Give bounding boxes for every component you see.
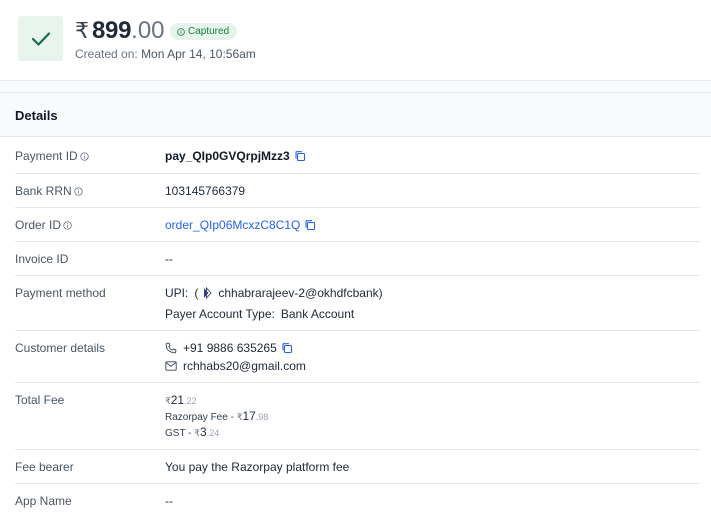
upi-prefix: UPI: xyxy=(165,286,189,300)
fee-bearer-value: You pay the Razorpay platform fee xyxy=(165,460,350,474)
upi-close-paren: ) xyxy=(378,286,383,300)
payer-type-label: Payer Account Type: xyxy=(165,307,275,321)
fee-bearer-value-wrap: You pay the Razorpay platform fee xyxy=(165,460,349,474)
razorpay-fee-line: Razorpay Fee - ₹ 17 .98 xyxy=(165,409,268,423)
info-icon[interactable] xyxy=(63,220,72,230)
currency-symbol: ₹ xyxy=(75,19,89,44)
total-fee-int: 21 xyxy=(170,393,185,407)
row-app-name: App Name -- xyxy=(0,484,711,516)
payment-method-label-wrap: Payment method xyxy=(15,286,106,300)
order-id-value-wrap: order_QIp06McxzC8C1Q xyxy=(165,218,316,232)
gst-line: GST - ₹ 3 .24 xyxy=(165,425,219,439)
row-fee-bearer: Fee bearer You pay the Razorpay platform… xyxy=(0,450,711,483)
row-total-fee: Total Fee ₹ 21 .22 Razorpay Fee - ₹ 17 .… xyxy=(0,383,711,449)
invoice-id-label: Invoice ID xyxy=(15,252,69,266)
total-fee-label: Total Fee xyxy=(15,393,65,407)
info-icon[interactable] xyxy=(74,186,83,196)
upi-line: UPI: ( chhabrarajeev-2@okhdfcbank) xyxy=(165,286,383,300)
app-name-value: -- xyxy=(165,494,173,508)
payment-amount: ₹ 899 .00 xyxy=(75,17,165,45)
payer-type-line: Payer Account Type: Bank Account xyxy=(165,307,354,321)
row-order-id: Order ID order_QIp06McxzC8C1Q xyxy=(0,208,711,241)
total-fee-dec: .22 xyxy=(184,396,197,406)
payment-id-value: pay_QIp0GVQrpjMzz3 xyxy=(165,149,290,163)
details-header: Details xyxy=(0,93,711,137)
bank-rrn-value: 103145766379 xyxy=(165,184,246,198)
payer-type-value: Bank Account xyxy=(280,307,355,321)
phone-icon xyxy=(165,342,177,354)
payment-header: ₹ 899 .00 Captured Created on: Mon Apr 1… xyxy=(0,0,711,81)
mail-icon xyxy=(165,361,177,371)
upi-vpa: chhabrarajeev-2@okhdfcbank xyxy=(218,286,379,300)
customer-phone-line: +91 9886 635265 xyxy=(165,341,293,355)
info-icon xyxy=(177,27,185,36)
payment-id-value-wrap: pay_QIp0GVQrpjMzz3 xyxy=(165,149,306,163)
invoice-id-value: -- xyxy=(165,252,173,266)
details-title: Details xyxy=(15,108,58,123)
created-value: Mon Apr 14, 10:56am xyxy=(141,47,256,61)
razorpay-fee-dec: .98 xyxy=(255,412,269,422)
order-id-link[interactable]: order_QIp06McxzC8C1Q xyxy=(165,218,300,232)
razorpay-fee-label: Razorpay Fee - xyxy=(165,412,237,423)
created-on: Created on: Mon Apr 14, 10:56am xyxy=(75,47,256,61)
row-customer-details: Customer details +91 9886 635265 rchhabs… xyxy=(0,331,711,382)
section-gap xyxy=(0,81,711,93)
customer-label-wrap: Customer details xyxy=(15,341,105,355)
order-id-label: Order ID xyxy=(15,218,62,232)
created-label: Created on: xyxy=(75,47,138,61)
fee-bearer-label: Fee bearer xyxy=(15,460,74,474)
customer-email-line: rchhabs20@gmail.com xyxy=(165,359,306,373)
customer-email: rchhabs20@gmail.com xyxy=(183,359,306,373)
amount-integer: 899 xyxy=(92,17,132,44)
app-name-label-wrap: App Name xyxy=(15,494,72,508)
total-fee-label-wrap: Total Fee xyxy=(15,393,64,407)
payment-id-label-wrap: Payment ID xyxy=(15,149,89,163)
bank-rrn-label: Bank RRN xyxy=(15,184,72,198)
payment-id-label: Payment ID xyxy=(15,149,78,163)
app-name-value-wrap: -- xyxy=(165,494,173,508)
payment-method-label: Payment method xyxy=(15,286,106,300)
bank-rrn-label-wrap: Bank RRN xyxy=(15,184,83,198)
upi-open-paren: ( xyxy=(194,286,199,300)
gst-dec: .24 xyxy=(206,428,220,438)
invoice-id-label-wrap: Invoice ID xyxy=(15,252,68,266)
row-payment-id: Payment ID pay_QIp0GVQrpjMzz3 xyxy=(0,137,711,173)
upi-logo-icon xyxy=(204,287,212,299)
customer-label: Customer details xyxy=(15,341,106,355)
customer-phone: +91 9886 635265 xyxy=(183,341,277,355)
fee-bearer-label-wrap: Fee bearer xyxy=(15,460,74,474)
total-fee-amount: ₹ 21 .22 xyxy=(165,393,197,407)
razorpay-fee-int: 17 xyxy=(242,409,256,423)
gst-label: GST - xyxy=(165,428,195,439)
row-invoice-id: Invoice ID -- xyxy=(0,242,711,275)
success-icon-box xyxy=(18,16,63,61)
copy-icon[interactable] xyxy=(294,150,306,162)
info-icon[interactable] xyxy=(80,151,89,161)
row-payment-method: Payment method UPI: ( chhabrarajeev-2@ok… xyxy=(0,276,711,330)
check-icon xyxy=(31,31,50,46)
copy-icon[interactable] xyxy=(281,342,293,354)
copy-icon[interactable] xyxy=(304,219,316,231)
gst-int: 3 xyxy=(200,425,207,439)
status-badge: Captured xyxy=(170,23,238,40)
bank-rrn-value-wrap: 103145766379 xyxy=(165,184,245,198)
status-text: Captured xyxy=(188,26,230,37)
invoice-id-value-wrap: -- xyxy=(165,252,173,266)
order-id-label-wrap: Order ID xyxy=(15,218,72,232)
row-bank-rrn: Bank RRN 103145766379 xyxy=(0,174,711,207)
amount-decimal: .00 xyxy=(131,17,165,44)
app-name-label: App Name xyxy=(15,494,72,508)
